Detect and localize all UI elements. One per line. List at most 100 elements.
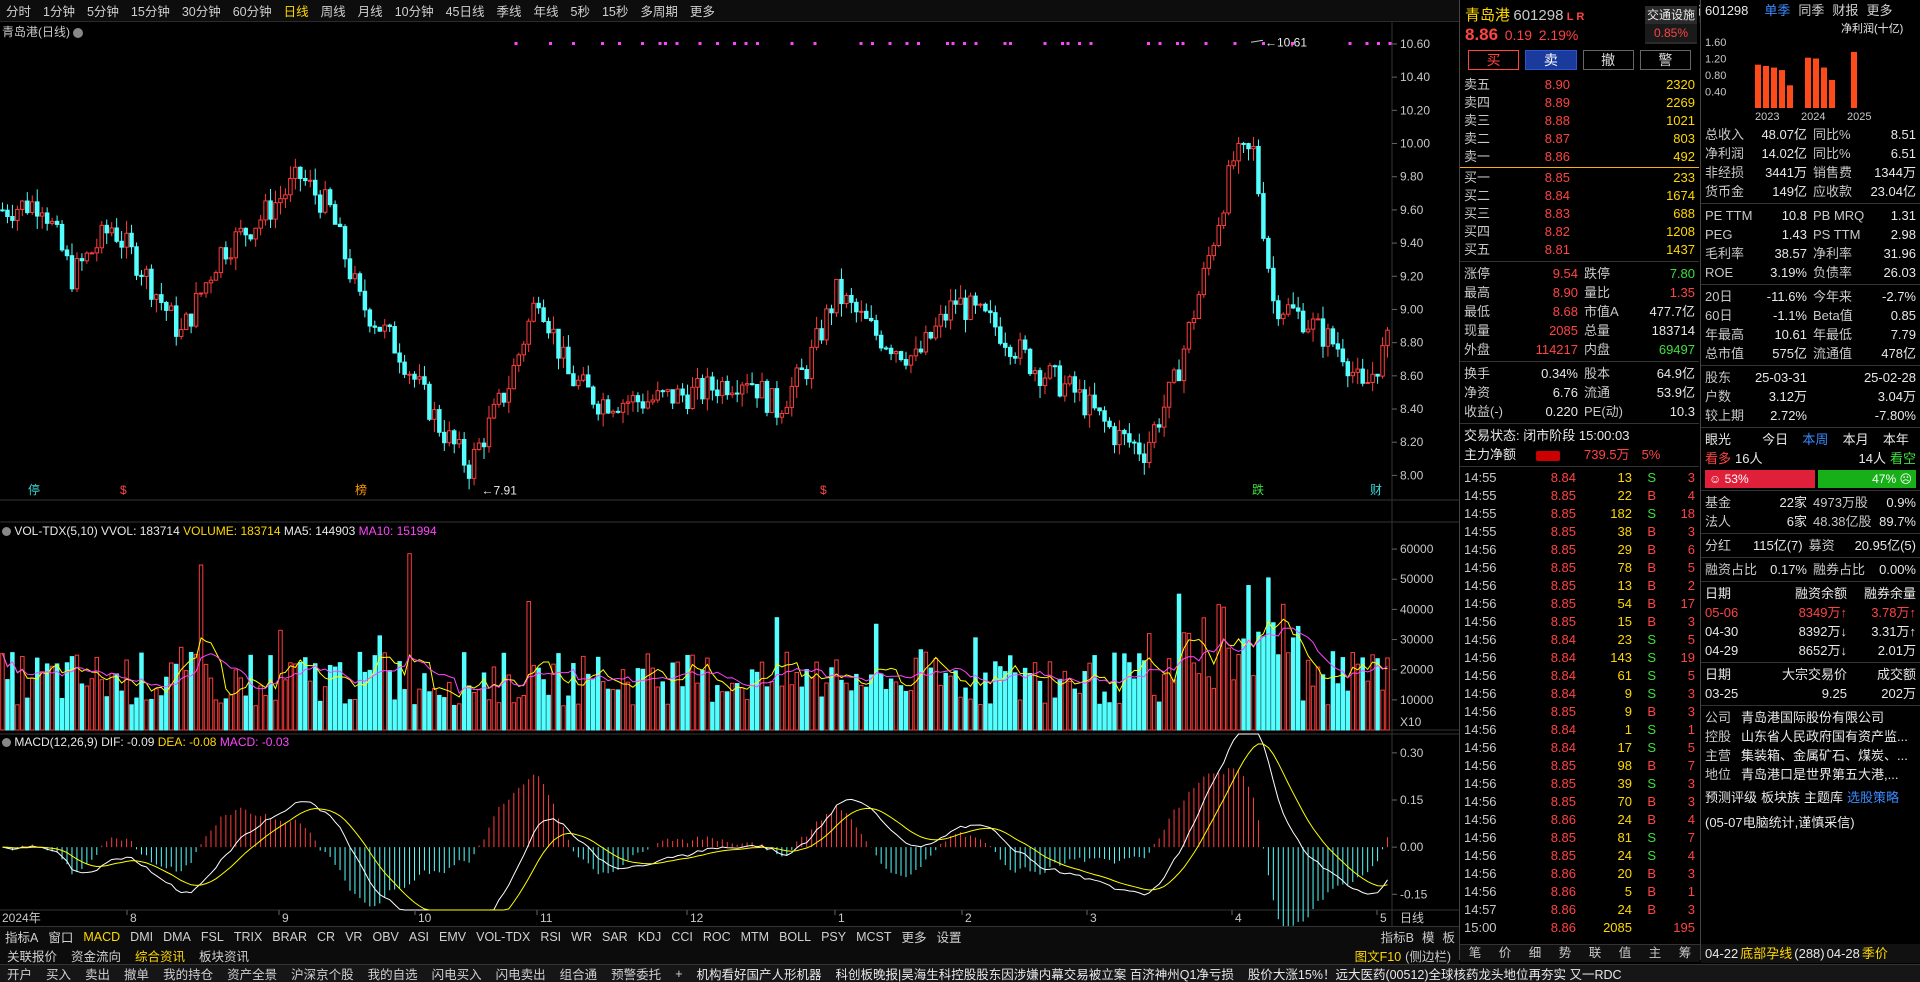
bid-row[interactable]: 买一 8.85 233 [1460,169,1699,187]
bear-bar[interactable]: 47% ☹ [1818,470,1916,488]
status-item-13[interactable]: 机构看好国产人形机器 [690,965,829,982]
period-tab-10[interactable]: 45日线 [440,1,491,20]
pattern-item-4[interactable]: 季价 [1862,944,1890,963]
period-tab-7[interactable]: 周线 [315,1,352,20]
period-tab-13[interactable]: 5秒 [565,1,596,20]
research-link-3[interactable]: 选股策略 [1847,788,1899,807]
status-item-8[interactable]: 闪电买入 [425,965,489,982]
event-marker[interactable]: $ [820,483,827,497]
eye-tab-1[interactable]: 本周 [1802,430,1828,449]
indicator-tab-12[interactable]: EMV [434,930,471,944]
status-item-4[interactable]: 我的持仓 [156,965,220,982]
indicator-tab-25[interactable]: 设置 [932,927,967,946]
period-tab-1[interactable]: 1分钟 [37,1,81,20]
trade-btn-0[interactable]: 买 [1468,50,1520,70]
period-tab-15[interactable]: 多周期 [634,1,684,20]
bid-row[interactable]: 买三 8.83 688 [1460,205,1699,223]
tick-tab-6[interactable]: 主 [1640,945,1670,962]
indicator-tab-4[interactable]: DMA [158,930,196,944]
period-tab-14[interactable]: 15秒 [596,1,634,20]
event-marker[interactable]: $ [120,483,127,497]
ask-row[interactable]: 卖三 8.88 1021 [1460,112,1699,130]
indicator-tab-17[interactable]: KDJ [633,930,667,944]
indicator-tab-16[interactable]: SAR [597,930,633,944]
sidebar-link[interactable]: (侧边栏) [1405,946,1451,965]
collapse-icon[interactable] [2,738,11,748]
indicator-tab-13[interactable]: VOL-TDX [471,930,535,944]
indicator-right-2[interactable]: 板 [1442,927,1455,946]
tick-tab-0[interactable]: 笔 [1460,945,1490,962]
event-marker[interactable]: 榜 [355,482,367,497]
news-text[interactable]: (05-07电脑统计,谨慎采信) [1705,813,1855,832]
ask-row[interactable]: 卖四 8.89 2269 [1460,94,1699,112]
indicator-tab-18[interactable]: CCI [666,930,698,944]
research-link-0[interactable]: 预测评级 [1705,788,1757,807]
status-item-1[interactable]: 买入 [39,965,78,982]
status-item-9[interactable]: 闪电卖出 [489,965,553,982]
event-marker[interactable]: 财 [1370,483,1382,497]
bull-bar[interactable]: ☺ 53% [1705,470,1815,488]
trade-btn-1[interactable]: 卖 [1525,50,1577,70]
status-item-11[interactable]: 预警委托 [604,965,668,982]
research-link-2[interactable]: 主题库 [1804,788,1843,807]
kline-chart-area[interactable]: 10.6010.4010.2010.009.809.609.409.209.00… [0,22,1459,926]
indicator-tab-22[interactable]: PSY [816,930,851,944]
period-tab-12[interactable]: 年线 [528,1,565,20]
status-item-7[interactable]: 我的自选 [361,965,425,982]
ask-row[interactable]: 卖一 8.86 492 [1460,148,1699,166]
indicator-tab-15[interactable]: WR [566,930,597,944]
indicator-tab-3[interactable]: DMI [125,930,158,944]
period-tab-3[interactable]: 15分钟 [125,1,176,20]
trade-btn-2[interactable]: 撤 [1582,50,1634,70]
period-tab-11[interactable]: 季线 [491,1,528,20]
indicator-tab-1[interactable]: 窗口 [43,927,78,946]
fin-tab-1[interactable]: 同季 [1798,0,1824,22]
eye-tab-3[interactable]: 本年 [1883,430,1909,449]
tick-tab-5[interactable]: 值 [1610,945,1640,962]
fin-tab-2[interactable]: 财报 [1832,0,1858,22]
tick-tab-1[interactable]: 价 [1490,945,1520,962]
info-tab-3[interactable]: 板块资讯 [192,946,256,965]
indicator-tab-2[interactable]: MACD [78,930,125,944]
status-item-15[interactable]: 股价大涨15%！远大医药(00512)全球核药龙头地位再夯实 又一RDC [1241,965,1629,982]
status-item-5[interactable]: 资产全景 [220,965,284,982]
status-item-12[interactable]: + [668,967,689,981]
event-marker[interactable]: 停 [28,482,40,497]
tick-tab-3[interactable]: 势 [1550,945,1580,962]
info-tab-1[interactable]: 资金流向 [64,946,128,965]
indicator-tab-24[interactable]: 更多 [897,927,932,946]
indicator-right-1[interactable]: 模 [1422,927,1435,946]
indicator-tab-10[interactable]: OBV [367,930,403,944]
indicator-tab-9[interactable]: VR [340,930,367,944]
indicator-tab-8[interactable]: CR [312,930,340,944]
bid-row[interactable]: 买四 8.82 1208 [1460,223,1699,241]
period-tab-5[interactable]: 60分钟 [227,1,278,20]
pattern-item-0[interactable]: 04-22 [1705,944,1740,963]
period-tab-8[interactable]: 月线 [352,1,389,20]
status-item-6[interactable]: 沪深京个股 [284,965,361,982]
tick-tab-2[interactable]: 细 [1520,945,1550,962]
sector-badge[interactable]: 交通设施 0.85% [1645,6,1697,44]
trade-btn-3[interactable]: 警 [1639,50,1691,70]
info-tab-2[interactable]: 综合资讯 [128,946,192,965]
indicator-tab-6[interactable]: TRIX [229,930,267,944]
indicator-tab-20[interactable]: MTM [736,930,774,944]
period-tab-16[interactable]: 更多 [684,1,721,20]
fin-tab-3[interactable]: 更多 [1866,0,1892,22]
indicator-tab-5[interactable]: FSL [196,930,229,944]
pattern-item-1[interactable]: 底部孕线 [1740,944,1794,963]
research-link-1[interactable]: 板块族 [1761,788,1800,807]
event-marker[interactable]: 跌 [1252,482,1264,497]
period-tab-4[interactable]: 30分钟 [176,1,227,20]
settings-circle-icon[interactable] [73,27,84,38]
bid-row[interactable]: 买二 8.84 1674 [1460,187,1699,205]
fin-tab-0[interactable]: 单季 [1764,0,1790,22]
status-item-14[interactable]: 科创板晚报|昊海生科控股股东因涉嫌内幕交易被立案 百济神州Q1净亏损 [829,965,1241,982]
indicator-tab-7[interactable]: BRAR [267,930,312,944]
period-tab-9[interactable]: 10分钟 [389,1,440,20]
indicator-right-0[interactable]: 指标B [1381,927,1414,946]
ask-row[interactable]: 卖五 8.90 2320 [1460,76,1699,94]
collapse-icon[interactable] [2,527,11,537]
eye-tab-0[interactable]: 今日 [1762,430,1788,449]
indicator-tab-21[interactable]: BOLL [774,930,816,944]
